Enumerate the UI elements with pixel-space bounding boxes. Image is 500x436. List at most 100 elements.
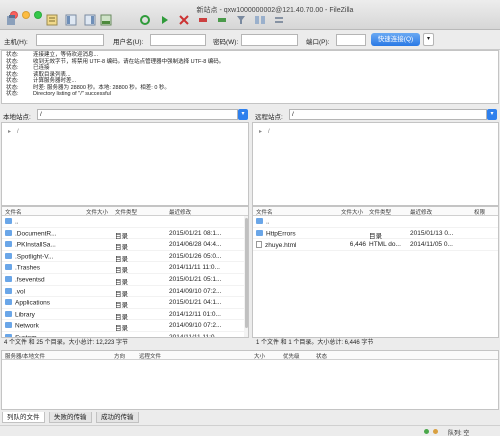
file-modified: 2015/01/21 08:1... <box>169 229 222 237</box>
password-label: 密码(W): <box>213 39 239 46</box>
activity-indicator-icon <box>433 429 438 434</box>
file-name: Network <box>5 322 83 330</box>
column-header-type[interactable]: 文件类型 <box>369 208 391 216</box>
username-input[interactable] <box>150 34 206 46</box>
file-modified: 2015/01/26 05:0... <box>169 252 222 260</box>
file-type: 目录 <box>115 232 128 240</box>
file-row[interactable]: .PKInstallSa... 目录 2014/06/28 04:4... <box>2 239 248 251</box>
file-row[interactable]: .. <box>253 216 498 228</box>
local-directory-tree[interactable]: ▸ / <box>1 122 249 206</box>
cancel-icon[interactable] <box>178 14 190 26</box>
file-name: zhuye.html <box>256 241 338 249</box>
column-header-modified[interactable]: 最近修改 <box>169 208 191 216</box>
refresh-icon[interactable] <box>139 14 151 26</box>
host-input[interactable] <box>36 34 104 46</box>
column-header-size[interactable]: 文件大小 <box>86 208 108 216</box>
sync-browse-icon[interactable] <box>273 14 285 26</box>
tab-successful-transfers[interactable]: 成功的传输 <box>96 412 139 423</box>
file-row[interactable]: HttpErrors 目录 2015/01/13 0... <box>253 228 498 240</box>
transfer-queue[interactable]: 服务器/本地文件 方向 远程文件 大小 优先级 状态 <box>1 350 499 410</box>
tree-toggle-icon[interactable] <box>65 14 77 26</box>
file-name: Library <box>5 310 83 318</box>
local-path-dropdown[interactable]: ▾ <box>238 109 248 120</box>
tab-queued-files[interactable]: 列队的文件 <box>2 412 45 423</box>
queue-col-status[interactable]: 状态 <box>316 352 327 360</box>
password-input[interactable] <box>241 34 298 46</box>
file-row[interactable]: .Spotlight-V... 目录 2015/01/26 05:0... <box>2 251 248 263</box>
queue-col-remote-file[interactable]: 远程文件 <box>139 352 161 360</box>
site-manager-icon[interactable] <box>6 14 18 26</box>
remote-tree-root[interactable]: ▸ / <box>259 128 270 135</box>
scrollbar-thumb[interactable] <box>245 218 248 328</box>
column-header-modified[interactable]: 最近修改 <box>410 208 432 216</box>
compare-icon[interactable] <box>254 14 266 26</box>
remote-path-dropdown[interactable]: ▾ <box>487 109 497 120</box>
folder-icon <box>5 299 12 306</box>
title-bar: 新站点 - qxw1000000002@121.40.70.00 - FileZ… <box>0 0 500 30</box>
quickconnect-button[interactable]: 快速连接(Q) <box>371 33 420 46</box>
file-row[interactable]: .Trashes 目录 2014/11/11 11:0... <box>2 262 248 274</box>
reconnect-icon[interactable] <box>216 14 228 26</box>
column-header-size[interactable]: 文件大小 <box>341 208 363 216</box>
file-row[interactable]: .fseventsd 目录 2015/01/21 05:1... <box>2 274 248 286</box>
queue-col-direction[interactable]: 方向 <box>114 352 125 360</box>
column-header-name[interactable]: 文件名 <box>256 208 273 216</box>
queue-col-priority[interactable]: 优先级 <box>283 352 300 360</box>
tab-failed-transfers[interactable]: 失败的传输 <box>49 412 92 423</box>
filter-icon[interactable] <box>235 14 247 26</box>
file-modified: 2015/01/13 0... <box>410 229 454 237</box>
file-type: 目录 <box>115 313 128 321</box>
file-modified: 2015/01/21 04:1... <box>169 299 222 307</box>
local-list-scrollbar[interactable] <box>244 216 248 337</box>
file-name: Applications <box>5 299 83 307</box>
queue-col-size[interactable]: 大小 <box>254 352 265 360</box>
port-input[interactable] <box>336 34 366 46</box>
file-row[interactable]: Applications 目录 2015/01/21 04:1... <box>2 297 248 309</box>
expand-arrow-icon[interactable]: ▸ <box>8 129 11 135</box>
quickconnect-dropdown-button[interactable]: ▾ <box>423 33 434 46</box>
folder-icon <box>5 287 12 294</box>
local-tree-root[interactable]: ▸ / <box>8 128 19 135</box>
file-name: .. <box>256 218 338 226</box>
folder-icon <box>5 310 12 317</box>
queue-col-local-file[interactable]: 服务器/本地文件 <box>5 352 45 360</box>
remote-path-input[interactable]: / <box>289 109 487 120</box>
log-toggle-icon[interactable] <box>46 14 58 26</box>
file-row[interactable]: Network 目录 2014/09/10 07:2... <box>2 320 248 332</box>
file-modified: 2014/09/10 07:2... <box>169 322 222 330</box>
file-type: 目录 <box>115 302 128 310</box>
toolbar <box>0 14 500 30</box>
file-modified: 2014/12/11 01:0... <box>169 310 221 318</box>
expand-arrow-icon[interactable]: ▸ <box>259 129 262 135</box>
file-type: 目录 <box>115 255 128 263</box>
file-row[interactable]: zhuye.html 6,446 HTML do... 2014/11/05 0... <box>253 239 498 251</box>
file-name: .PKInstallSa... <box>5 241 83 249</box>
column-header-type[interactable]: 文件类型 <box>115 208 137 216</box>
file-row[interactable]: Library 目录 2014/12/11 01:0... <box>2 309 248 321</box>
local-file-list[interactable]: 文件名 文件大小 文件类型 最近修改 .. .DocumentR... 目录 2015… <box>1 206 249 338</box>
folder-icon <box>256 218 263 224</box>
file-name: .vol <box>5 287 83 295</box>
file-name: .DocumentR... <box>5 229 83 237</box>
column-header-permissions[interactable]: 权限 <box>474 208 485 216</box>
disconnect-icon[interactable] <box>197 14 209 26</box>
file-modified: 2014/09/10 07:2... <box>169 287 222 295</box>
file-type: HTML do... <box>369 241 401 249</box>
remote-tree-icon[interactable] <box>84 14 96 26</box>
file-row[interactable]: .. <box>2 216 248 228</box>
user-label: 用户名(U): <box>113 39 144 46</box>
queue-toggle-icon[interactable] <box>100 14 112 26</box>
queue-tabs: 列队的文件 失败的传输 成功的传输 <box>0 411 500 425</box>
process-queue-icon[interactable] <box>159 14 171 26</box>
activity-indicator-icon <box>424 429 429 434</box>
column-header-name[interactable]: 文件名 <box>5 208 22 216</box>
file-row[interactable]: .DocumentR... 目录 2015/01/21 08:1... <box>2 228 248 240</box>
file-row[interactable]: .vol 目录 2014/09/10 07:2... <box>2 286 248 298</box>
remote-directory-tree[interactable]: ▸ / <box>252 122 499 206</box>
folder-icon <box>5 252 12 259</box>
remote-file-list[interactable]: 文件名 文件大小 文件类型 最近修改 权限 .. HttpErrors 目录 2015… <box>252 206 499 338</box>
message-log[interactable]: 状态: 连接建立，等待欢迎消息... 状态: 收到无效字节，将禁用 UTF-8 编码… <box>1 50 499 104</box>
queue-header: 服务器/本地文件 方向 远程文件 大小 优先级 状态 <box>2 351 498 360</box>
log-row: 状态: Directory listing of "/" successful <box>6 91 111 97</box>
local-path-input[interactable]: / <box>37 109 238 120</box>
